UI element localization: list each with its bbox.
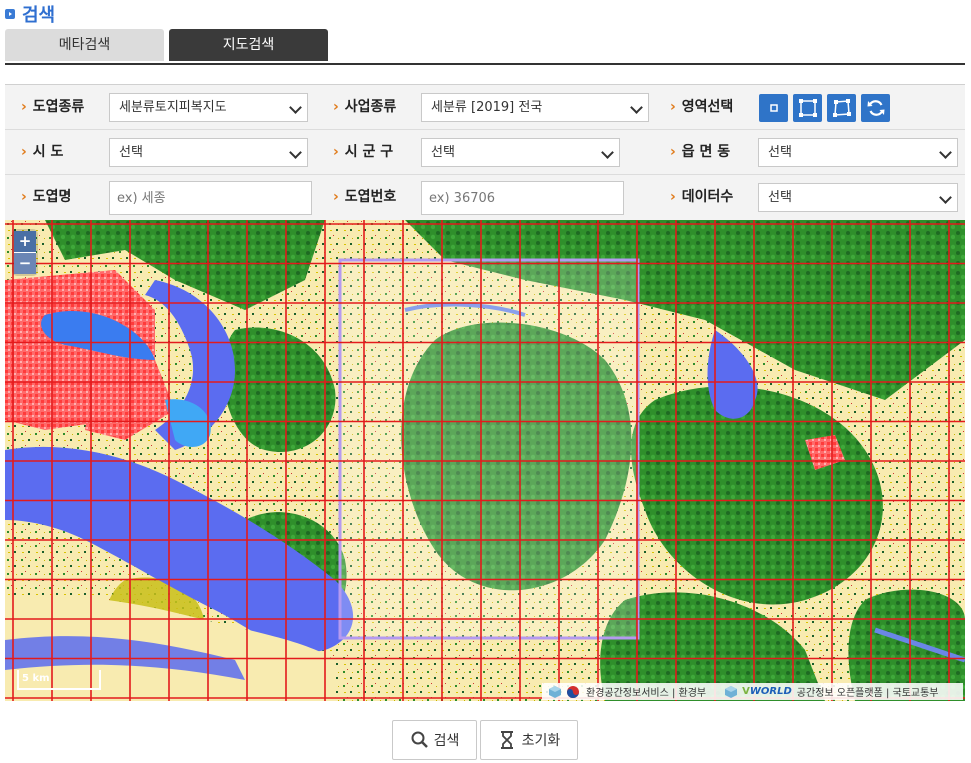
chevron-down-icon	[939, 191, 952, 204]
chevron-down-icon	[289, 146, 302, 159]
page-title: 검색	[22, 5, 56, 26]
sigungu-select[interactable]: 선택	[421, 138, 620, 167]
search-icon	[411, 731, 428, 748]
refresh-icon	[867, 100, 884, 116]
map-type-label: › 도엽종류	[21, 99, 85, 115]
attribution-moe: 환경공간정보서비스 | 환경부	[586, 688, 707, 699]
attribution-molit: 공간정보 오픈플랫폼 | 국토교통부	[796, 688, 939, 699]
map-type-select[interactable]: 세분류토지피복지도	[109, 93, 308, 122]
data-count-label: › 데이터수	[670, 189, 734, 205]
title-bullet-icon	[5, 9, 15, 19]
reset-button[interactable]: 초기화	[480, 720, 578, 760]
map-view[interactable]: + − 5 km 환경공간정보서비스 | 환경부 V WORLD 공간정보 오픈플…	[5, 220, 965, 701]
chevron-down-icon	[601, 146, 614, 159]
rectangle-select-button[interactable]	[793, 94, 822, 122]
filter-row-2: › 시 도 선택 › 시 군 구 선택 › 읍 면 동 선택	[5, 130, 965, 175]
chevron-down-icon	[630, 101, 643, 114]
project-type-label: › 사업종류	[333, 99, 397, 115]
data-count-select[interactable]: 선택	[758, 183, 958, 212]
sheet-name-input[interactable]	[109, 181, 312, 215]
cube-logo-icon	[549, 685, 561, 698]
korea-emblem-icon	[567, 685, 579, 698]
sheet-name-label: › 도엽명	[21, 189, 72, 205]
scale-label: 5 km	[22, 673, 50, 684]
search-button[interactable]: 검색	[392, 720, 477, 760]
map-attribution: 환경공간정보서비스 | 환경부 V WORLD 공간정보 오픈플랫폼 | 국토교통…	[542, 683, 963, 700]
sido-select[interactable]: 선택	[109, 138, 308, 167]
area-select-label: › 영역선택	[670, 99, 734, 115]
cube-logo-icon	[725, 685, 738, 698]
zoom-in-button[interactable]: +	[14, 231, 36, 252]
refresh-button[interactable]	[861, 94, 890, 122]
chevron-down-icon	[939, 146, 952, 159]
eupmyeondong-label: › 읍 면 동	[670, 144, 731, 160]
section-title: 검색	[5, 2, 55, 26]
tab-map-search[interactable]: 지도검색	[169, 29, 328, 61]
polygon-select-button[interactable]	[827, 94, 856, 122]
tab-meta-search[interactable]: 메타검색	[5, 29, 164, 61]
search-tabs: 메타검색 지도검색	[5, 29, 965, 65]
hourglass-icon	[500, 731, 513, 749]
point-select-button[interactable]	[759, 94, 788, 122]
zoom-control: + −	[14, 231, 36, 274]
rectangle-select-icon	[798, 99, 817, 117]
sido-label: › 시 도	[21, 144, 64, 160]
point-select-icon	[769, 104, 778, 112]
sigungu-label: › 시 군 구	[333, 144, 394, 160]
vworld-logo-text: WORLD	[749, 686, 792, 697]
polygon-select-icon	[832, 99, 851, 117]
search-button-label: 검색	[433, 733, 460, 749]
zoom-out-button[interactable]: −	[14, 252, 36, 274]
chevron-down-icon	[289, 101, 302, 114]
project-type-select[interactable]: 세분류 [2019] 전국	[421, 93, 649, 122]
filter-row-3: ›도엽명 ›도엽번호 ›데이터수 선택	[5, 175, 965, 221]
filter-row-1: › 도엽종류 세분류토지피복지도 › 사업종류 세분류 [2019] 전국 › 영역선…	[5, 85, 965, 130]
search-filter-form: › 도엽종류 세분류토지피복지도 › 사업종류 세분류 [2019] 전국 › 영역선…	[5, 84, 965, 221]
sheet-number-input[interactable]	[421, 181, 624, 215]
sheet-number-label: › 도엽번호	[333, 189, 397, 205]
land-cover-map	[5, 220, 965, 701]
vworld-v-logo: V	[742, 686, 750, 697]
eupmyeondong-select[interactable]: 선택	[758, 138, 958, 167]
reset-button-label: 초기화	[521, 733, 561, 749]
